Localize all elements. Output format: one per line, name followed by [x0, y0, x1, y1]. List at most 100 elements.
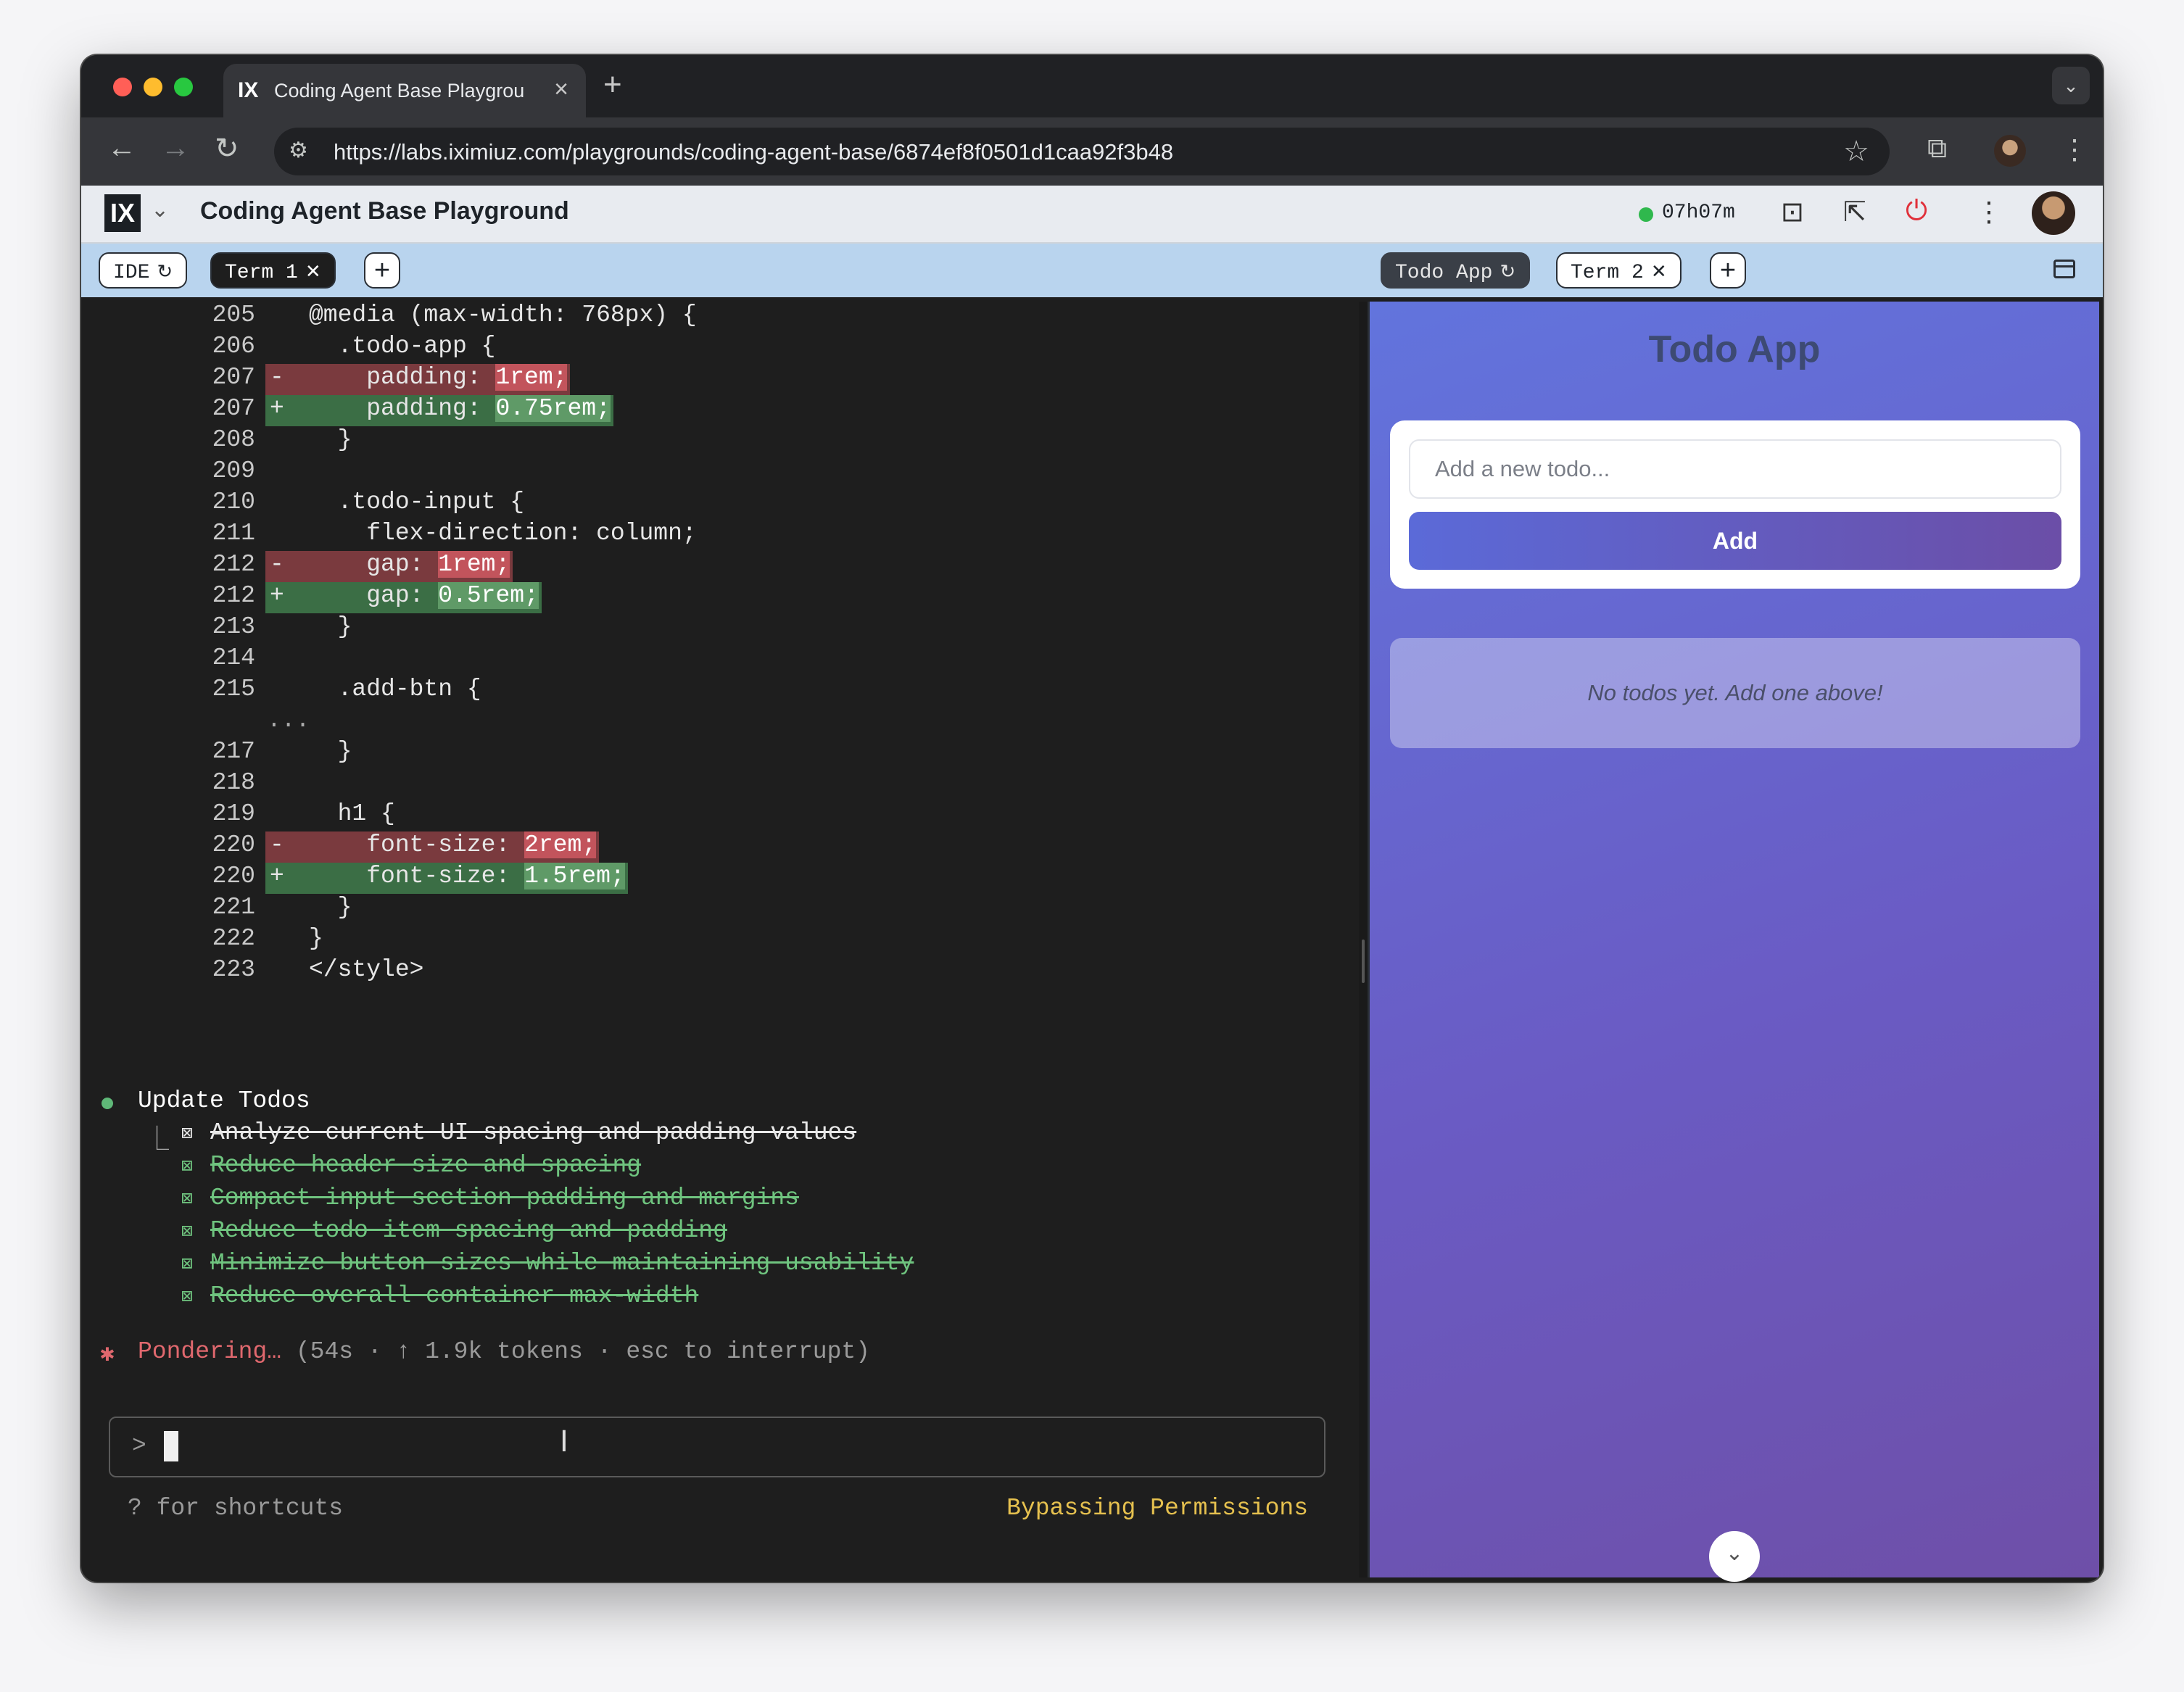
browser-tab-strip: IX Coding Agent Base Playgrou × + ⌄ [81, 55, 2103, 117]
line-number: 207 [212, 364, 255, 391]
tab-ide-label: IDE [113, 262, 150, 284]
code-text: gap: 1rem; [309, 551, 510, 578]
todo-checkbox-icon: ⊠ [181, 1188, 193, 1210]
browser-menu-icon[interactable]: ⋮ [2061, 133, 2088, 166]
code-text: } [309, 894, 352, 921]
line-number: 207 [212, 395, 255, 422]
code-text-prefix: h1 { [309, 800, 395, 827]
refresh-icon[interactable]: ↻ [157, 261, 173, 283]
scroll-down-icon[interactable]: ⌄ [1709, 1531, 1760, 1582]
todo-item: Reduce header size and spacing [210, 1152, 642, 1179]
code-text: @media (max-width: 768px) { [309, 302, 697, 328]
diff-marker: + [270, 395, 284, 422]
reload-icon[interactable]: ↻ [215, 132, 239, 165]
changed-value: 1rem; [495, 364, 568, 391]
pondering-status: Pondering… (54s · ↑ 1.9k tokens · esc to… [138, 1338, 870, 1365]
chevron-down-icon[interactable]: ⌄ [151, 197, 169, 223]
line-number: 212 [212, 582, 255, 609]
add-left-tab-button[interactable]: + [364, 252, 400, 289]
panel-layout-icon[interactable] [2053, 260, 2075, 278]
browser-tab[interactable]: IX Coding Agent Base Playgrou × [223, 64, 586, 117]
line-number: 215 [212, 676, 255, 702]
code-text-prefix: .add-btn { [309, 676, 481, 702]
back-arrow-icon[interactable]: ← [107, 132, 136, 165]
todo-app-title: Todo App [1648, 328, 1821, 370]
add-todo-card: Add [1390, 420, 2080, 589]
extensions-icon[interactable]: ⧉ [1927, 133, 1947, 165]
code-line: 214 [87, 644, 1356, 676]
site-settings-icon[interactable]: ⚙ [289, 138, 308, 163]
code-text: gap: 0.5rem; [309, 582, 539, 609]
forward-arrow-icon[interactable]: → [161, 132, 190, 165]
code-text: } [309, 426, 352, 453]
diff-marker: + [270, 863, 284, 889]
code-text-prefix: flex-direction: column; [309, 520, 697, 547]
code-text: } [309, 738, 352, 765]
address-bar[interactable]: ⚙ https://labs.iximiuz.com/playgrounds/c… [274, 128, 1890, 175]
new-todo-input[interactable] [1409, 439, 2061, 499]
tab-search-button[interactable]: ⌄ [2052, 67, 2090, 104]
ibeam-cursor-icon: I [560, 1425, 568, 1459]
url-text[interactable]: https://labs.iximiuz.com/playgrounds/cod… [334, 139, 1173, 165]
code-text: padding: 0.75rem; [309, 395, 611, 422]
pondering-label: Pondering… [138, 1338, 282, 1365]
bypass-permissions-status: Bypassing Permissions [1006, 1495, 1308, 1522]
text-cursor [164, 1431, 178, 1461]
code-text-prefix: @media (max-width: 768px) { [309, 302, 697, 328]
panel-tabs-row: IDE ↻ Term 1 ✕ + Todo App ↻ Term 2 ✕ + [81, 244, 2103, 297]
close-icon[interactable]: ✕ [1651, 261, 1667, 283]
prompt-chevron: > [132, 1432, 146, 1459]
close-window-button[interactable] [113, 78, 132, 96]
close-tab-icon[interactable]: × [554, 75, 568, 104]
iximiuz-favicon-icon: IX [238, 78, 259, 102]
new-tab-button[interactable]: + [603, 67, 622, 103]
diff-removed-line: 212- gap: 1rem; [87, 551, 1356, 582]
add-todo-button[interactable]: Add [1409, 512, 2061, 570]
power-icon[interactable]: ⏻ [1906, 196, 1927, 227]
user-avatar[interactable] [2032, 191, 2075, 235]
terminal-panel[interactable]: 205 @media (max-width: 768px) { 206 .todo-… [87, 302, 1356, 1577]
bookmark-star-icon[interactable]: ☆ [1843, 135, 1869, 168]
todo-checkbox-icon: ⊠ [181, 1253, 193, 1275]
code-text: font-size: 1.5rem; [309, 863, 625, 889]
code-text: </style> [309, 956, 423, 983]
collapsed-lines-indicator: ... [267, 707, 310, 734]
line-number: 205 [212, 302, 255, 328]
diff-marker: + [270, 582, 284, 609]
changed-value: 0.75rem; [495, 395, 611, 422]
close-icon[interactable]: ✕ [305, 261, 321, 283]
tab-term-1[interactable]: Term 1 ✕ [210, 252, 336, 289]
browser-toolbar: ← → ↻ ⚙ https://labs.iximiuz.com/playgro… [81, 117, 2103, 186]
code-text-prefix: </style> [309, 956, 424, 983]
todos-heading: Update Todos [138, 1087, 310, 1114]
more-options-icon[interactable]: ⋮ [1975, 196, 2003, 228]
minimize-window-button[interactable] [144, 78, 162, 96]
code-text-prefix: font-size: [309, 832, 525, 858]
tree-connector-icon: ⎿ [145, 1127, 169, 1154]
terminal-icon[interactable]: ⊡ [1781, 196, 1804, 228]
add-right-tab-button[interactable]: + [1710, 252, 1746, 289]
spinner-star-icon: ✱ [100, 1341, 115, 1368]
tab-term-2[interactable]: Term 2 ✕ [1556, 252, 1682, 289]
open-external-icon[interactable]: ⇱ [1843, 196, 1866, 228]
code-line: 213 } [87, 613, 1356, 644]
panel-resize-handle[interactable] [1359, 302, 1368, 1577]
code-line: 206 .todo-app { [87, 333, 1356, 364]
code-line: 205 @media (max-width: 768px) { [87, 302, 1356, 333]
code-line: 222} [87, 925, 1356, 956]
code-text: flex-direction: column; [309, 520, 697, 547]
tab-todo-app[interactable]: Todo App ↻ [1381, 252, 1531, 289]
code-line: 223 </style> [87, 956, 1356, 987]
diff-removed-line: 220- font-size: 2rem; [87, 832, 1356, 863]
tab-term-2-label: Term 2 [1571, 262, 1644, 284]
prompt-input[interactable]: > I [109, 1417, 1325, 1477]
tab-ide[interactable]: IDE ↻ [99, 252, 188, 289]
refresh-icon[interactable]: ↻ [1500, 261, 1515, 283]
code-line: 209 [87, 457, 1356, 489]
profile-avatar[interactable] [1994, 135, 2026, 167]
iximiuz-logo[interactable]: IX [104, 194, 141, 232]
line-number: 211 [212, 520, 255, 547]
changed-value: 1rem; [438, 551, 510, 578]
maximize-window-button[interactable] [174, 78, 193, 96]
changed-value: 0.5rem; [438, 582, 539, 609]
